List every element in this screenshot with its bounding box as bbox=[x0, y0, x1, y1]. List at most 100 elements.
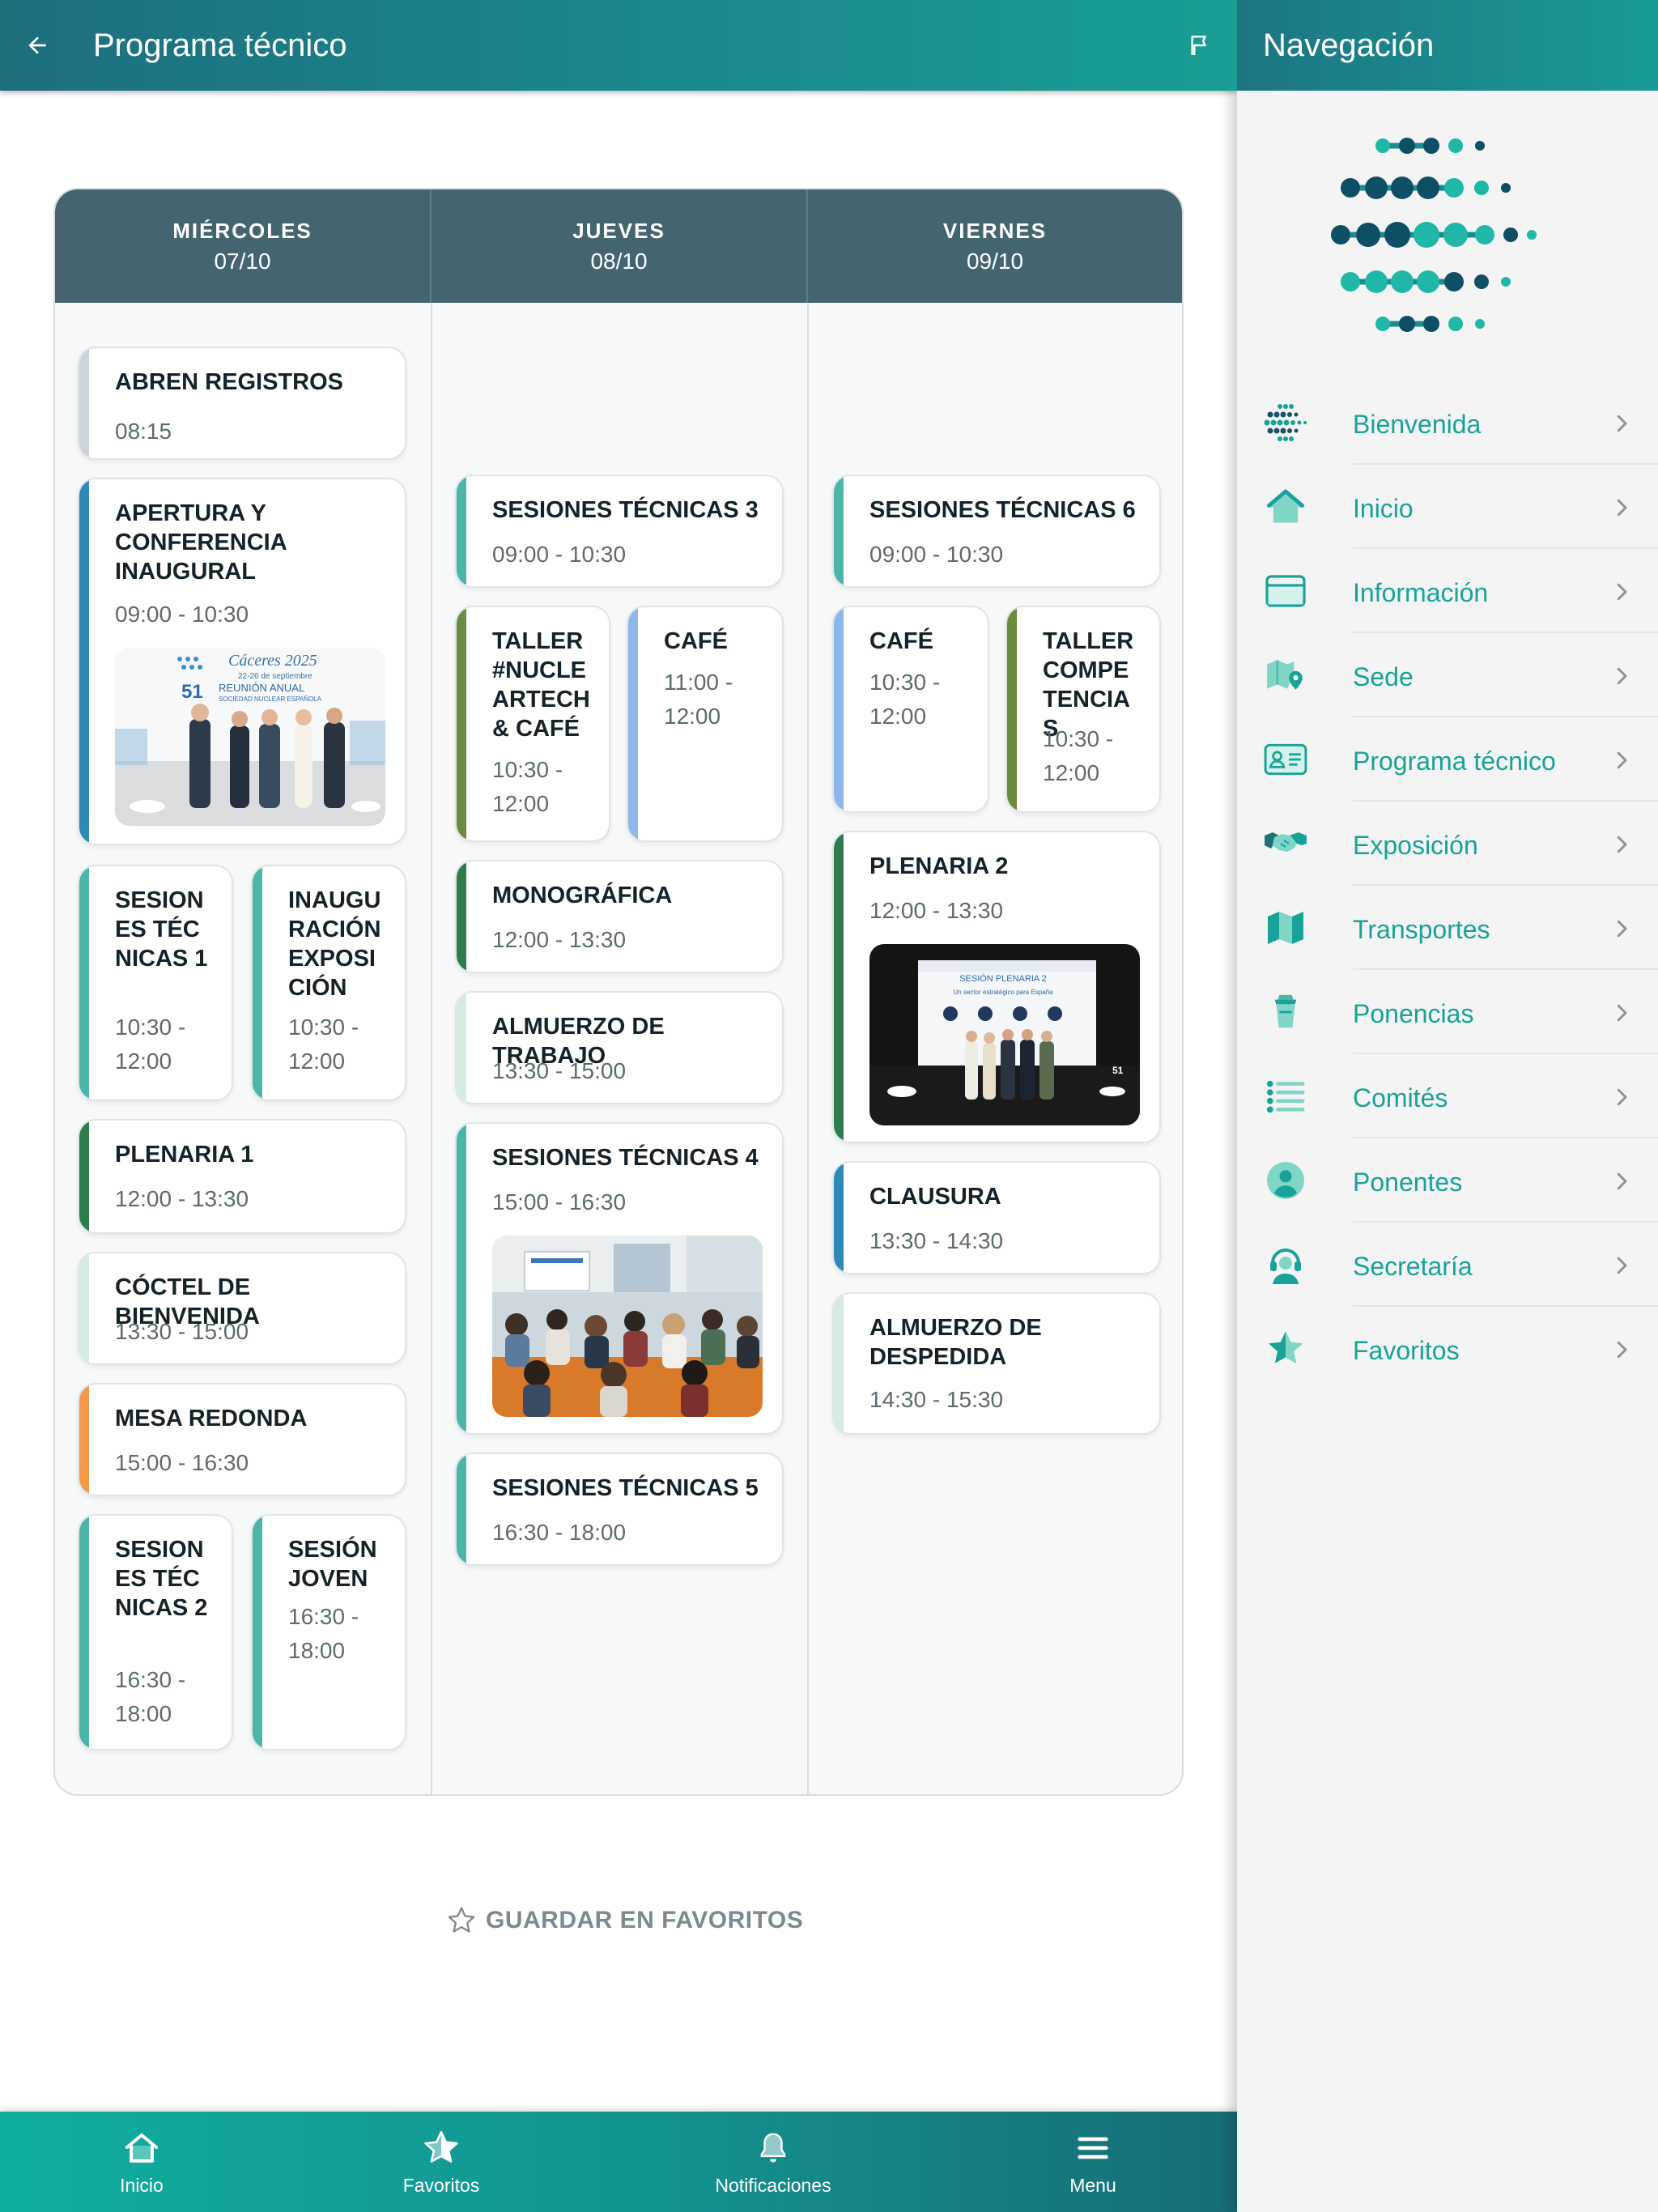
flag-button[interactable] bbox=[1179, 24, 1221, 66]
nav-item-ponencias[interactable]: Ponencias bbox=[1237, 970, 1658, 1054]
photo-text: SESIÓN PLENARIA 2 bbox=[959, 973, 1047, 984]
event-card[interactable]: SESIONES TÉCNICAS 5 16:30 - 18:00 bbox=[455, 1453, 784, 1566]
bottom-nav-notificaciones[interactable]: Notificaciones bbox=[704, 2112, 842, 2212]
logo-dot bbox=[1474, 274, 1489, 289]
day-header-friday[interactable]: VIERNES 09/10 bbox=[808, 189, 1182, 303]
event-time: 12:00 - 13:30 bbox=[869, 898, 1004, 923]
photo-text: Un sector estratégico para España bbox=[953, 989, 1053, 996]
event-card[interactable]: PLENARIA 1 12:00 - 13:30 bbox=[78, 1119, 406, 1234]
event-card[interactable]: TALLER COMPETENCIAS 10:30 - 12:00 bbox=[1005, 606, 1161, 813]
event-card[interactable]: SESIÓN JOVEN 16:30 - 18:00 bbox=[251, 1514, 406, 1750]
nav-item-ponentes[interactable]: Ponentes bbox=[1237, 1138, 1658, 1223]
chevron-right-icon bbox=[1617, 1257, 1627, 1274]
event-time: 16:30 - 18:00 bbox=[115, 1667, 186, 1726]
day-header-thursday[interactable]: JUEVES 08/10 bbox=[432, 189, 808, 303]
nav-item-exposicion[interactable]: Exposición bbox=[1237, 802, 1658, 886]
event-time: 16:30 - 18:00 bbox=[288, 1604, 359, 1663]
logo-dot bbox=[1443, 223, 1468, 247]
event-card[interactable]: INAUGURACIÓN EXPOSICIÓN 10:30 - 12:00 bbox=[251, 865, 406, 1101]
bottom-navigation: Inicio Favoritos Notificaciones Menu bbox=[0, 2112, 1237, 2212]
drawer-header: Navegación bbox=[1237, 0, 1658, 91]
day-date: 07/10 bbox=[214, 249, 271, 274]
bottom-nav-label: Inicio bbox=[120, 2175, 164, 2196]
event-card[interactable]: CÓCTEL DE BIENVENIDA 13:30 - 15:00 bbox=[78, 1252, 406, 1365]
main-content: Programa técnico MIÉRCOLES 07/10 JUEVES … bbox=[0, 0, 1237, 2212]
nav-item-programa-tecnico[interactable]: Programa técnico bbox=[1237, 717, 1658, 802]
logo-dot bbox=[1341, 272, 1360, 291]
event-card[interactable]: CAFÉ 10:30 - 12:00 bbox=[832, 606, 989, 813]
event-card[interactable]: CLAUSURA 13:30 - 14:30 bbox=[832, 1161, 1161, 1274]
event-color-bar bbox=[1007, 607, 1017, 811]
nav-item-bienvenida[interactable]: Bienvenida bbox=[1237, 381, 1658, 465]
event-card[interactable]: SESIONES TÉCNICAS 6 09:00 - 10:30 bbox=[832, 474, 1161, 588]
nav-item-inicio[interactable]: Inicio bbox=[1237, 465, 1658, 549]
save-favorites-button[interactable]: GUARDAR EN FAVORITOS bbox=[445, 1904, 803, 1937]
logo-dot bbox=[1475, 141, 1485, 151]
bottom-nav-label: Menu bbox=[1069, 2175, 1116, 2196]
event-card[interactable]: SESIONES TÉCNICAS 1 10:30 - 12:00 bbox=[78, 865, 233, 1101]
chevron-right-icon bbox=[1617, 1341, 1627, 1359]
event-card[interactable]: CAFÉ 11:00 - 12:00 bbox=[627, 606, 784, 842]
event-color-bar bbox=[79, 1385, 89, 1495]
nav-item-label: Ponentes bbox=[1353, 1168, 1463, 1197]
event-title: SESIONES TÉCNICAS 5 bbox=[492, 1475, 759, 1501]
event-time: 13:30 - 15:00 bbox=[115, 1319, 249, 1344]
event-card[interactable]: SESIONES TÉCNICAS 2 16:30 - 18:00 bbox=[78, 1514, 233, 1750]
nav-item-sede[interactable]: Sede bbox=[1237, 633, 1658, 717]
event-color-bar bbox=[457, 1454, 466, 1564]
event-title: ABREN REGISTROS bbox=[115, 369, 343, 395]
event-card[interactable]: ABREN REGISTROS 08:15 bbox=[78, 347, 406, 460]
logo-dot bbox=[1444, 178, 1464, 198]
bottom-nav-menu[interactable]: Menu bbox=[1044, 2112, 1141, 2212]
event-card[interactable]: PLENARIA 2 12:00 - 13:30 SESIÓN PLENARIA… bbox=[832, 831, 1161, 1143]
day-header-row: MIÉRCOLES 07/10 JUEVES 08/10 VIERNES 09/… bbox=[55, 189, 1182, 303]
home-icon bbox=[120, 2126, 164, 2170]
nav-item-favoritos[interactable]: Favoritos bbox=[1237, 1307, 1658, 1391]
event-logo bbox=[1326, 121, 1569, 348]
support-agent-icon bbox=[1261, 1244, 1310, 1286]
logo-dot bbox=[1503, 228, 1518, 242]
nav-item-label: Ponencias bbox=[1353, 999, 1474, 1028]
event-time: 15:00 - 16:30 bbox=[492, 1189, 627, 1214]
event-card[interactable]: ALMUERZO DE DESPEDIDA 14:30 - 15:30 bbox=[832, 1292, 1161, 1435]
star-outline-icon bbox=[448, 1907, 475, 1933]
nav-item-informacion[interactable]: Información bbox=[1237, 549, 1658, 633]
bottom-nav-inicio[interactable]: Inicio bbox=[89, 2112, 194, 2212]
event-card[interactable]: ALMUERZO DE TRABAJO 13:30 - 15:00 bbox=[455, 991, 784, 1104]
nav-item-transportes[interactable]: Transportes bbox=[1237, 886, 1658, 970]
logo-dot bbox=[1423, 138, 1439, 154]
event-color-bar bbox=[79, 479, 89, 844]
event-card[interactable]: SESIONES TÉCNICAS 3 09:00 - 10:30 bbox=[455, 474, 784, 588]
event-title: CAFÉ bbox=[664, 628, 728, 654]
drawer-title: Navegación bbox=[1263, 28, 1435, 63]
day-header-wednesday[interactable]: MIÉRCOLES 07/10 bbox=[55, 189, 432, 303]
photo-text: Cáceres 2025 bbox=[228, 652, 317, 670]
id-card-icon bbox=[1261, 738, 1310, 781]
event-title: APERTURA Y CONFERENCIA INAUGURAL bbox=[115, 500, 287, 585]
event-card[interactable]: MONOGRÁFICA 12:00 - 13:30 bbox=[455, 860, 784, 973]
bottom-nav-favoritos[interactable]: Favoritos bbox=[380, 2112, 502, 2212]
event-title: INAUGURACIÓN EXPOSICIÓN bbox=[288, 887, 381, 1001]
list-icon bbox=[1261, 1075, 1310, 1117]
event-card[interactable]: SESIONES TÉCNICAS 4 15:00 - 16:30 bbox=[455, 1122, 784, 1435]
event-card[interactable]: MESA REDONDA 15:00 - 16:30 bbox=[78, 1383, 406, 1496]
column-divider bbox=[807, 303, 809, 1794]
arrow-left-icon bbox=[28, 36, 46, 54]
nav-item-secretaria[interactable]: Secretaría bbox=[1237, 1223, 1658, 1307]
event-time: 13:30 - 14:30 bbox=[869, 1228, 1004, 1253]
chevron-right-icon bbox=[1617, 920, 1627, 938]
back-button[interactable] bbox=[15, 23, 60, 68]
nav-item-label: Información bbox=[1353, 578, 1489, 607]
event-card[interactable]: TALLER #NUCLEARTECH & CAFÉ 10:30 - 12:00 bbox=[455, 606, 610, 842]
logo-dot bbox=[1448, 138, 1463, 153]
event-color-bar bbox=[79, 866, 89, 1100]
home-icon bbox=[1261, 486, 1310, 528]
chevron-right-icon bbox=[1617, 667, 1627, 685]
event-time: 13:30 - 15:00 bbox=[492, 1058, 627, 1083]
opening-ceremony-photo: Cáceres 2025 22-26 de septiembre 51 REUN… bbox=[115, 648, 385, 826]
logo-dot bbox=[1423, 316, 1439, 332]
nav-item-comites[interactable]: Comités bbox=[1237, 1054, 1658, 1138]
day-name: MIÉRCOLES bbox=[172, 219, 312, 243]
event-time: 08:15 bbox=[115, 419, 172, 444]
event-card[interactable]: APERTURA Y CONFERENCIA INAUGURAL 09:00 -… bbox=[78, 478, 406, 845]
